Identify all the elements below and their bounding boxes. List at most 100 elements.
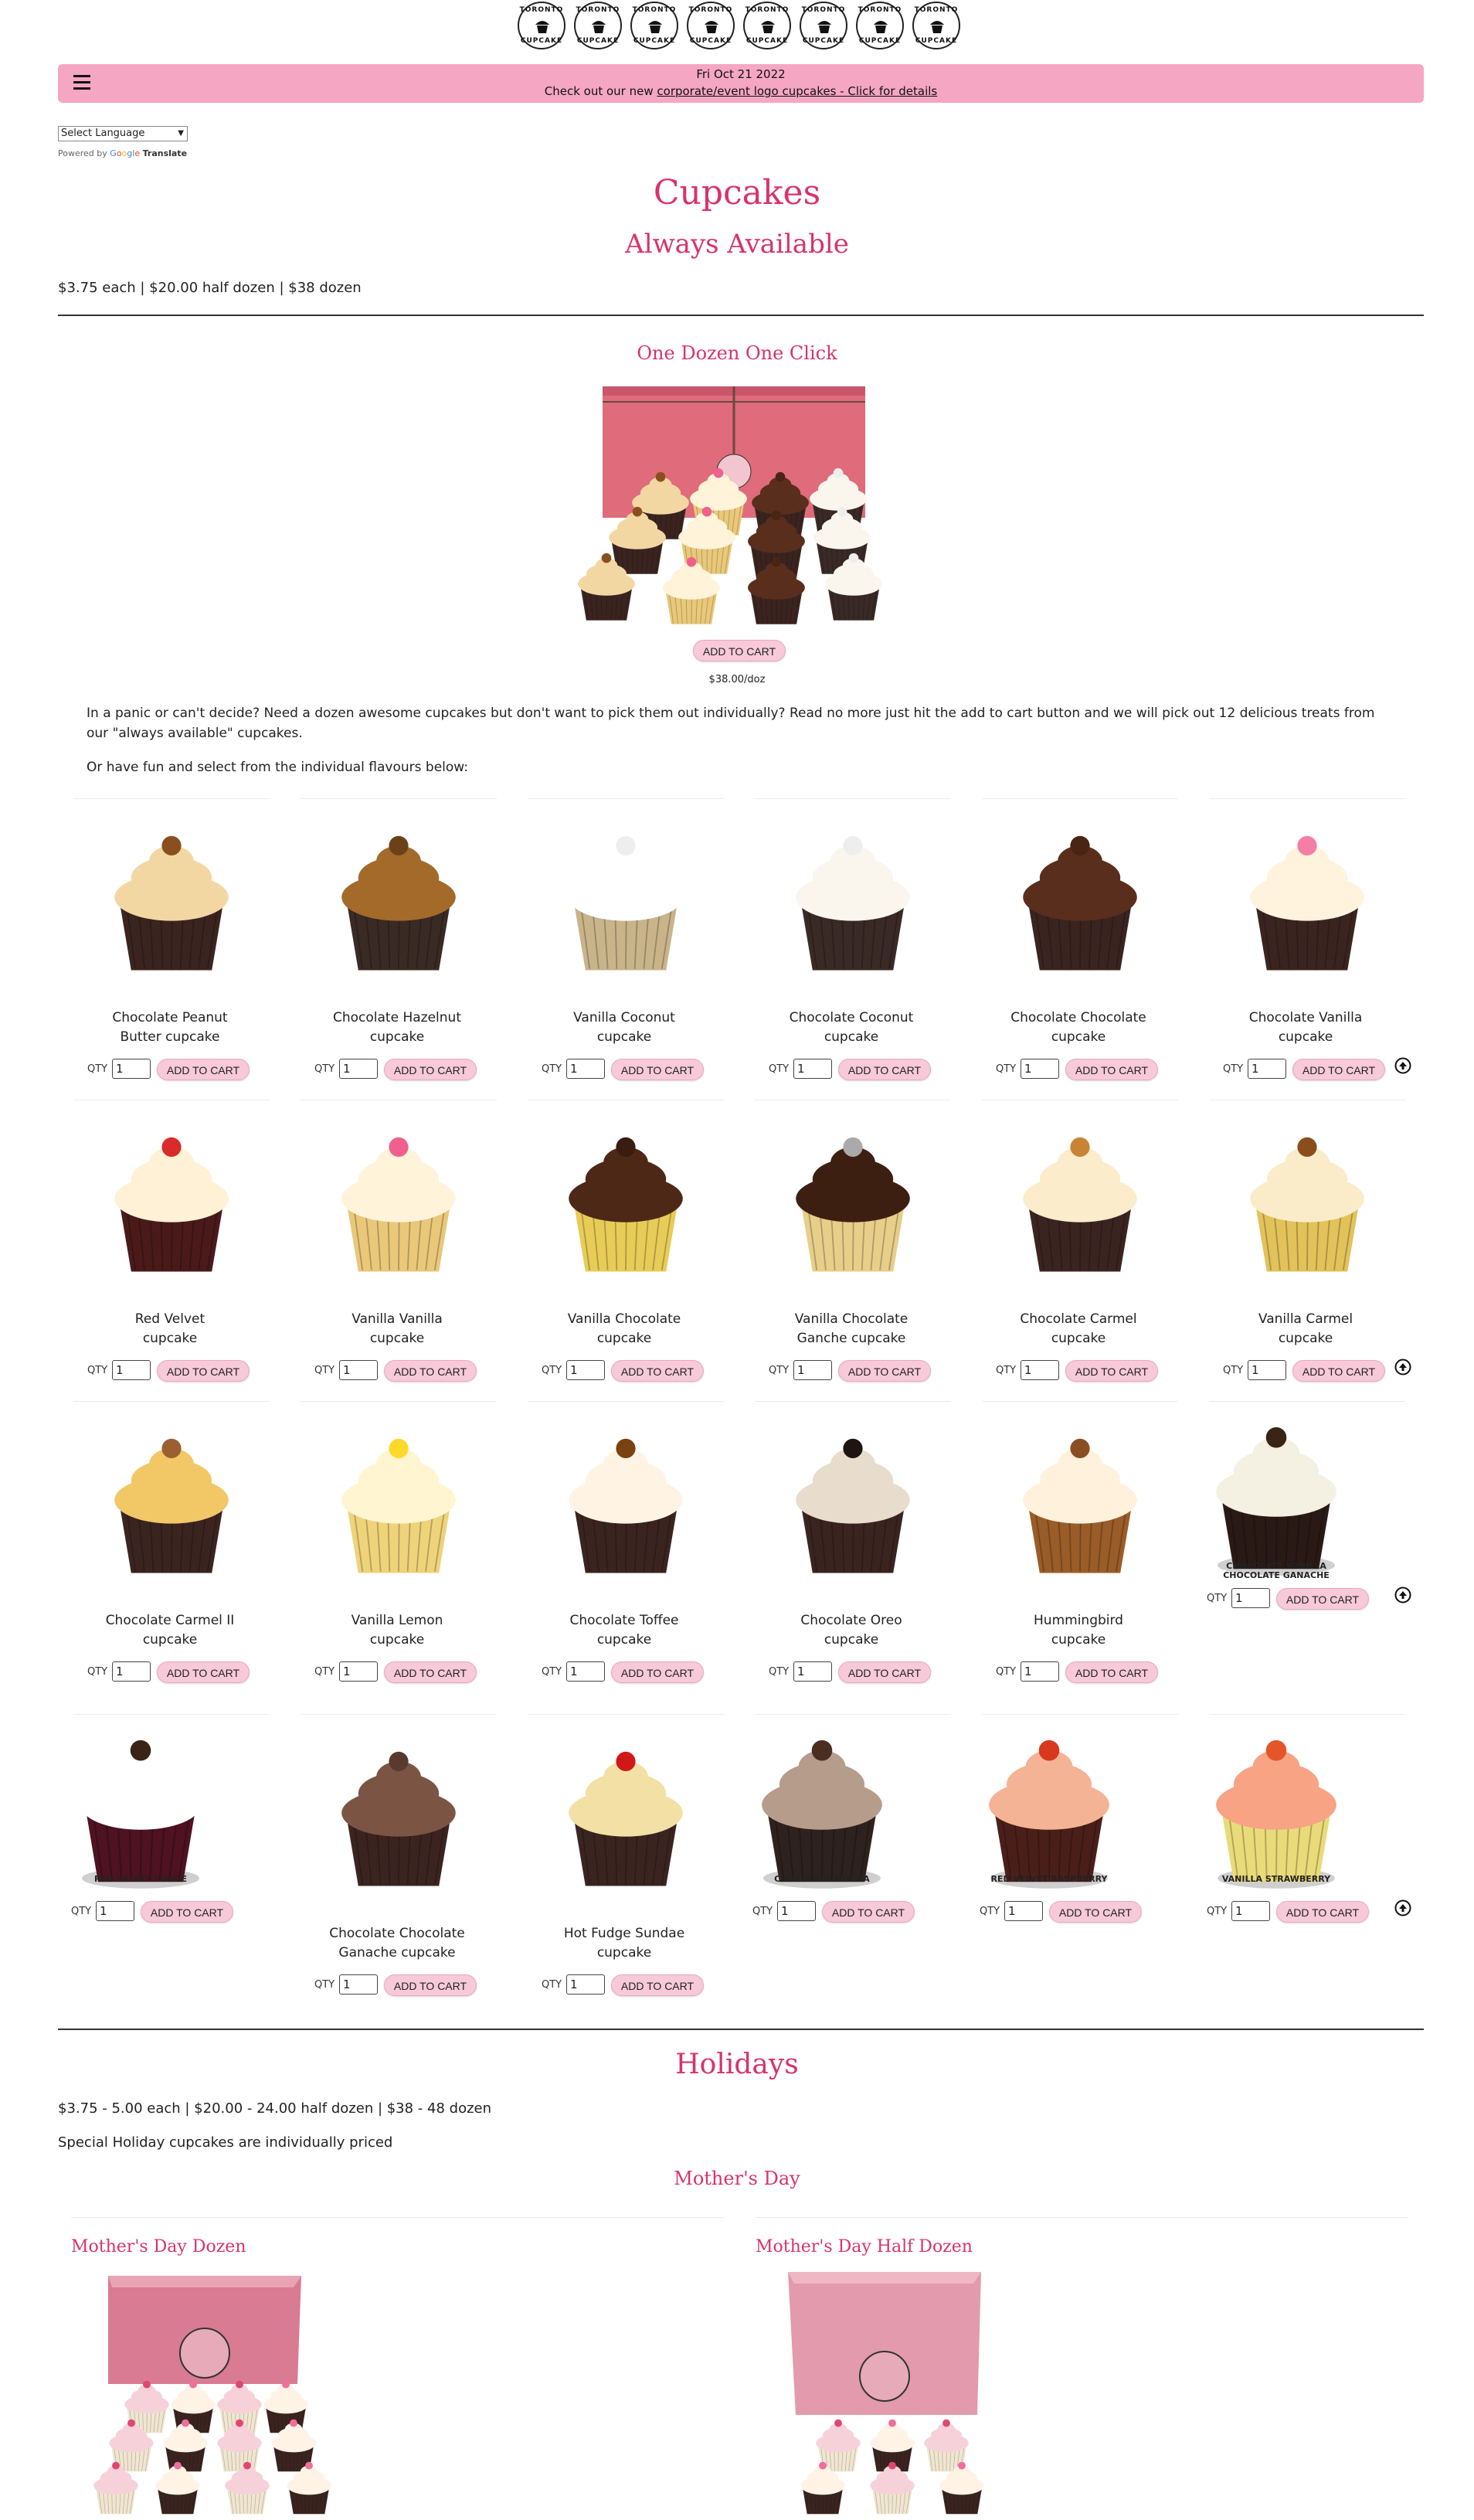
product-name[interactable]: Chocolate Chocolate Ganache cupcake xyxy=(285,1924,509,1963)
cupcake-image[interactable] xyxy=(556,815,695,993)
quantity-input[interactable]: 1 xyxy=(1021,1661,1059,1682)
product-name[interactable]: Vanilla Carmel cupcake xyxy=(1194,1310,1418,1348)
add-to-cart-button[interactable]: ADD TO CART xyxy=(1065,1360,1158,1382)
logo-badge[interactable]: TORONTO CUPCAKE xyxy=(743,2,791,49)
quantity-input[interactable]: 1 xyxy=(566,1059,605,1079)
product-name[interactable]: Chocolate Chocolate cupcake xyxy=(966,1008,1190,1047)
quantity-input[interactable]: 1 xyxy=(339,1974,378,1995)
quantity-input[interactable]: 1 xyxy=(339,1059,378,1079)
cupcake-image[interactable] xyxy=(749,1731,895,1893)
add-to-cart-button[interactable]: ADD TO CART xyxy=(611,1360,704,1382)
add-to-cart-button[interactable]: ADD TO CART xyxy=(1276,1901,1369,1923)
add-to-cart-button[interactable]: ADD TO CART xyxy=(838,1059,931,1080)
cupcake-image[interactable] xyxy=(1010,1117,1150,1294)
product-name[interactable]: Chocolate Carmel cupcake xyxy=(966,1310,1190,1348)
cupcake-image[interactable] xyxy=(329,1731,468,1909)
quantity-input[interactable]: 1 xyxy=(112,1661,151,1682)
cupcake-image[interactable] xyxy=(556,1418,695,1596)
mothers-day-dozen-image[interactable] xyxy=(73,2268,352,2520)
logo-badge[interactable]: TORONTO CUPCAKE xyxy=(574,2,622,49)
product-name[interactable]: Chocolate Hazelnut cupcake xyxy=(285,1008,509,1047)
cupcake-image[interactable] xyxy=(1238,815,1377,993)
product-name[interactable]: Vanilla Chocolate cupcake xyxy=(512,1310,736,1348)
language-select[interactable]: Select Language ▼ xyxy=(58,126,188,141)
add-to-cart-button[interactable]: ADD TO CART xyxy=(1065,1661,1158,1683)
mothers-day-half-dozen-image[interactable] xyxy=(780,2268,1027,2520)
quantity-input[interactable]: 1 xyxy=(1021,1059,1059,1079)
scroll-to-top-icon[interactable] xyxy=(1394,1899,1411,1916)
add-to-cart-button[interactable]: ADD TO CART xyxy=(1276,1588,1369,1610)
scroll-to-top-icon[interactable] xyxy=(1394,1359,1411,1376)
quantity-input[interactable]: 1 xyxy=(793,1360,832,1380)
cupcake-image[interactable] xyxy=(102,1418,241,1596)
add-to-cart-button[interactable]: ADD TO CART xyxy=(384,1661,477,1683)
holiday-item-title[interactable]: Mother's Day Half Dozen xyxy=(756,2237,973,2256)
cupcake-image[interactable] xyxy=(102,1117,241,1294)
cupcake-image[interactable] xyxy=(1010,1418,1150,1596)
holiday-item-title[interactable]: Mother's Day Dozen xyxy=(71,2237,246,2256)
powered-by-google[interactable]: Powered by Google Translate xyxy=(58,148,187,158)
add-to-cart-button[interactable]: ADD TO CART xyxy=(1049,1901,1142,1923)
cupcake-image[interactable] xyxy=(783,815,922,993)
product-name[interactable]: Chocolate Coconut cupcake xyxy=(739,1008,963,1047)
scroll-to-top-icon[interactable] xyxy=(1394,1586,1411,1603)
quantity-input[interactable]: 1 xyxy=(1231,1588,1270,1608)
cupcake-image[interactable] xyxy=(783,1117,922,1294)
add-to-cart-button[interactable]: ADD TO CART xyxy=(157,1059,250,1080)
add-to-cart-button[interactable]: ADD TO CART xyxy=(157,1661,250,1683)
logo-badge[interactable]: TORONTO CUPCAKE xyxy=(630,2,678,49)
quantity-input[interactable]: 1 xyxy=(1021,1360,1059,1380)
product-name[interactable]: Vanilla Coconut cupcake xyxy=(512,1008,736,1047)
logo-badge[interactable]: TORONTO CUPCAKE xyxy=(518,2,565,49)
quantity-input[interactable]: 1 xyxy=(1248,1360,1286,1380)
cupcake-image[interactable] xyxy=(556,1117,695,1294)
product-name[interactable]: Chocolate Oreo cupcake xyxy=(739,1611,963,1650)
logo-badge[interactable]: TORONTO CUPCAKE xyxy=(856,2,904,49)
quantity-input[interactable]: 1 xyxy=(112,1059,151,1079)
cupcake-image[interactable] xyxy=(1203,1731,1350,1893)
quantity-input[interactable]: 1 xyxy=(1004,1901,1043,1921)
product-name[interactable]: Hot Fudge Sundae cupcake xyxy=(512,1924,736,1963)
add-to-cart-button[interactable]: ADD TO CART xyxy=(157,1360,250,1382)
add-to-cart-button[interactable]: ADD TO CART xyxy=(822,1901,915,1923)
promo-link[interactable]: corporate/event logo cupcakes - Click fo… xyxy=(657,84,937,98)
quantity-input[interactable]: 1 xyxy=(339,1360,378,1380)
cupcake-image[interactable] xyxy=(329,815,468,993)
cupcake-image[interactable] xyxy=(1203,1418,1350,1580)
quantity-input[interactable]: 1 xyxy=(566,1974,605,1995)
add-to-cart-button[interactable]: ADD TO CART xyxy=(838,1360,931,1382)
add-to-cart-button[interactable]: ADD TO CART xyxy=(611,1661,704,1683)
quantity-input[interactable]: 1 xyxy=(339,1661,378,1682)
cupcake-image[interactable] xyxy=(976,1731,1122,1893)
quantity-input[interactable]: 1 xyxy=(1231,1901,1270,1921)
quantity-input[interactable]: 1 xyxy=(793,1059,832,1079)
product-name[interactable]: Chocolate Peanut Butter cupcake xyxy=(58,1008,282,1047)
add-to-cart-button[interactable]: ADD TO CART xyxy=(611,1974,704,1996)
product-name[interactable]: Vanilla Vanilla cupcake xyxy=(285,1310,509,1348)
cupcake-image[interactable] xyxy=(329,1117,468,1294)
cupcake-image[interactable] xyxy=(67,1731,214,1893)
product-name[interactable]: Red Velvet cupcake xyxy=(58,1310,282,1348)
dozen-add-to-cart-button[interactable]: ADD TO CART xyxy=(693,640,786,661)
add-to-cart-button[interactable]: ADD TO CART xyxy=(1292,1059,1385,1080)
cupcake-image[interactable] xyxy=(1010,815,1150,993)
product-name[interactable]: Chocolate Carmel II cupcake xyxy=(58,1611,282,1650)
logo-badge[interactable]: TORONTO CUPCAKE xyxy=(800,2,847,49)
quantity-input[interactable]: 1 xyxy=(566,1661,605,1682)
quantity-input[interactable]: 1 xyxy=(566,1360,605,1380)
quantity-input[interactable]: 1 xyxy=(793,1661,832,1682)
add-to-cart-button[interactable]: ADD TO CART xyxy=(384,1974,477,1996)
cupcake-image[interactable] xyxy=(556,1731,695,1909)
scroll-to-top-icon[interactable] xyxy=(1394,1057,1411,1074)
add-to-cart-button[interactable]: ADD TO CART xyxy=(141,1901,233,1923)
logo-badge[interactable]: TORONTO CUPCAKE xyxy=(687,2,735,49)
add-to-cart-button[interactable]: ADD TO CART xyxy=(384,1360,477,1382)
product-name[interactable]: Vanilla Chocolate Ganche cupcake xyxy=(739,1310,963,1348)
product-name[interactable]: Chocolate Toffee cupcake xyxy=(512,1611,736,1650)
add-to-cart-button[interactable]: ADD TO CART xyxy=(611,1059,704,1080)
quantity-input[interactable]: 1 xyxy=(96,1901,134,1921)
product-name[interactable]: Chocolate Vanilla cupcake xyxy=(1194,1008,1418,1047)
add-to-cart-button[interactable]: ADD TO CART xyxy=(1065,1059,1158,1080)
quantity-input[interactable]: 1 xyxy=(777,1901,816,1921)
product-name[interactable]: Hummingbird cupcake xyxy=(966,1611,1190,1650)
